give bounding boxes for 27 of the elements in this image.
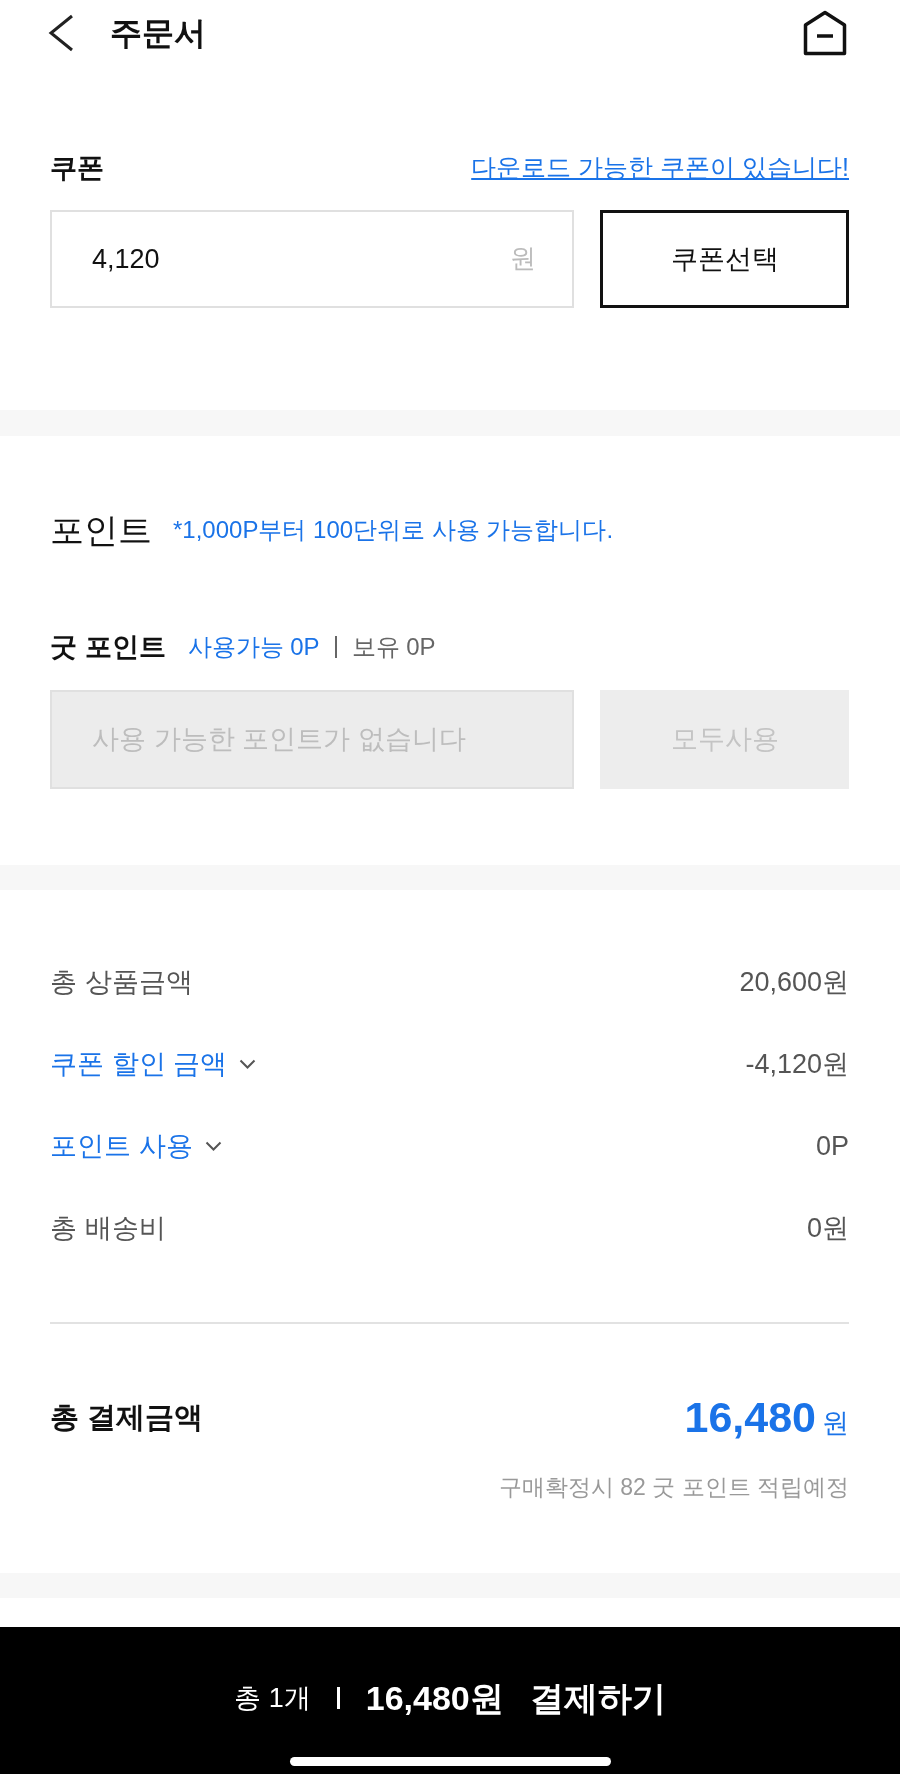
summary-label[interactable]: 쿠폰 할인 금액: [50, 1043, 227, 1085]
coupon-heading: 쿠폰: [50, 151, 104, 185]
available-points: 사용가능 0P: [187, 632, 320, 662]
owned-points: 보유 0P: [351, 632, 436, 662]
chevron-down-icon[interactable]: [204, 1141, 222, 1151]
summary-label[interactable]: 포인트 사용: [50, 1125, 193, 1167]
download-coupon-link[interactable]: 다운로드 가능한 쿠폰이 있습니다!: [471, 149, 849, 187]
points-usage-note: *1,000P부터 100단위로 사용 가능합니다.: [173, 515, 614, 545]
page-title: 주문서: [110, 14, 206, 53]
checkout-button[interactable]: 총 1개 16,480원 결제하기: [0, 1627, 900, 1755]
points-heading: 포인트: [50, 510, 152, 551]
summary-value: -4,120원: [745, 1047, 849, 1081]
currency-unit: 원: [510, 242, 536, 275]
summary-label: 총 상품금액: [50, 965, 193, 999]
summary-value: 20,600원: [739, 965, 849, 999]
reward-points-note: 구매확정시 82 굿 포인트 적립예정: [498, 1472, 849, 1502]
total-label: 총 결제금액: [50, 1400, 204, 1436]
good-point-label: 굿 포인트: [50, 630, 166, 664]
summary-label: 총 배송비: [50, 1211, 166, 1245]
home-icon[interactable]: [803, 10, 847, 56]
total-currency-unit: 원: [822, 1407, 849, 1441]
summary-value: 0P: [815, 1129, 849, 1163]
total-amount: 16,480: [684, 1392, 816, 1443]
chevron-down-icon[interactable]: [239, 1059, 256, 1069]
back-icon[interactable]: [46, 13, 76, 53]
coupon-select-button[interactable]: 쿠폰선택: [600, 210, 849, 308]
summary-value: 0원: [806, 1211, 849, 1245]
